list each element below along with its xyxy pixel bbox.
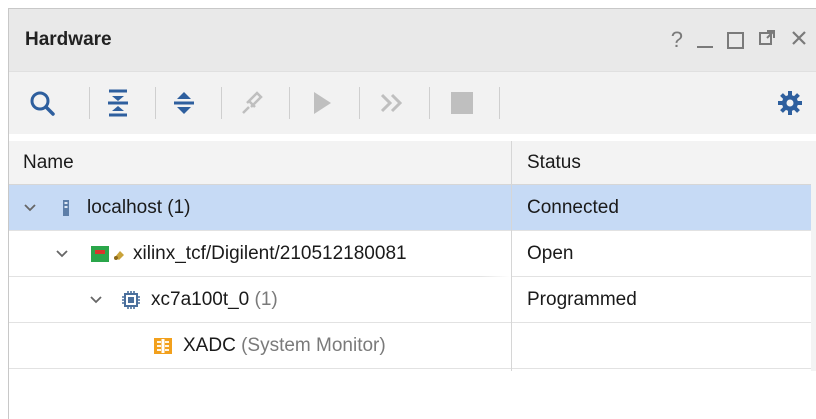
chip-icon — [121, 290, 141, 310]
column-header-name[interactable]: Name — [23, 152, 74, 174]
toolbar — [9, 71, 816, 134]
run-trigger-icon[interactable] — [307, 86, 337, 120]
toolbar-separator — [155, 87, 156, 119]
maximize-icon[interactable] — [727, 31, 744, 49]
close-icon[interactable] — [790, 29, 808, 52]
toolbar-separator — [89, 87, 90, 119]
tree-row-board[interactable]: xilinx_tcf/Digilent/210512180081 Open — [9, 231, 811, 277]
server-icon — [61, 198, 71, 218]
xadc-icon — [153, 336, 173, 356]
table-header: Name Status — [9, 141, 811, 185]
auto-connect-icon[interactable] — [237, 86, 267, 120]
chevron-down-icon[interactable] — [89, 289, 103, 309]
run-trigger-immediate-icon[interactable] — [377, 86, 407, 120]
minimize-icon[interactable] — [697, 46, 713, 48]
status-text: Connected — [527, 197, 619, 218]
tree-row-label: localhost (1) — [61, 197, 191, 219]
tree-row-label: xilinx_tcf/Digilent/210512180081 — [91, 243, 407, 265]
settings-icon[interactable] — [775, 86, 805, 120]
tree-row-label: xc7a100t_0 (1) — [121, 289, 278, 311]
board-icon — [91, 244, 129, 264]
stop-trigger-icon[interactable] — [447, 86, 477, 120]
tree-row-xadc[interactable]: XADC (System Monitor) — [9, 323, 811, 369]
tree-row-localhost[interactable]: localhost (1) Connected — [9, 185, 811, 231]
vertical-scrollbar-track[interactable] — [811, 141, 816, 371]
column-header-status[interactable]: Status — [527, 152, 581, 174]
toolbar-separator — [359, 87, 360, 119]
panel-title: Hardware — [25, 29, 112, 50]
chevron-down-icon[interactable] — [23, 197, 37, 217]
hardware-panel: Hardware ? Name Status localhost (1) Con… — [8, 8, 816, 419]
text-overflow-fade — [479, 231, 511, 277]
toolbar-separator — [289, 87, 290, 119]
search-icon[interactable] — [27, 86, 57, 120]
toolbar-separator — [499, 87, 500, 119]
toolbar-separator — [429, 87, 430, 119]
status-text: Open — [527, 243, 574, 264]
status-text: Programmed — [527, 289, 637, 310]
expand-all-icon[interactable] — [169, 86, 199, 120]
help-icon[interactable]: ? — [671, 27, 683, 53]
column-divider[interactable] — [511, 141, 512, 371]
window-controls: ? — [671, 25, 808, 55]
chevron-down-icon[interactable] — [55, 243, 69, 263]
float-icon[interactable] — [758, 29, 776, 52]
tree-row-label: XADC (System Monitor) — [153, 335, 386, 357]
toolbar-separator — [221, 87, 222, 119]
collapse-all-icon[interactable] — [103, 86, 133, 120]
tree-row-device[interactable]: xc7a100t_0 (1) Programmed — [9, 277, 811, 323]
panel-titlebar: Hardware ? — [9, 9, 816, 71]
